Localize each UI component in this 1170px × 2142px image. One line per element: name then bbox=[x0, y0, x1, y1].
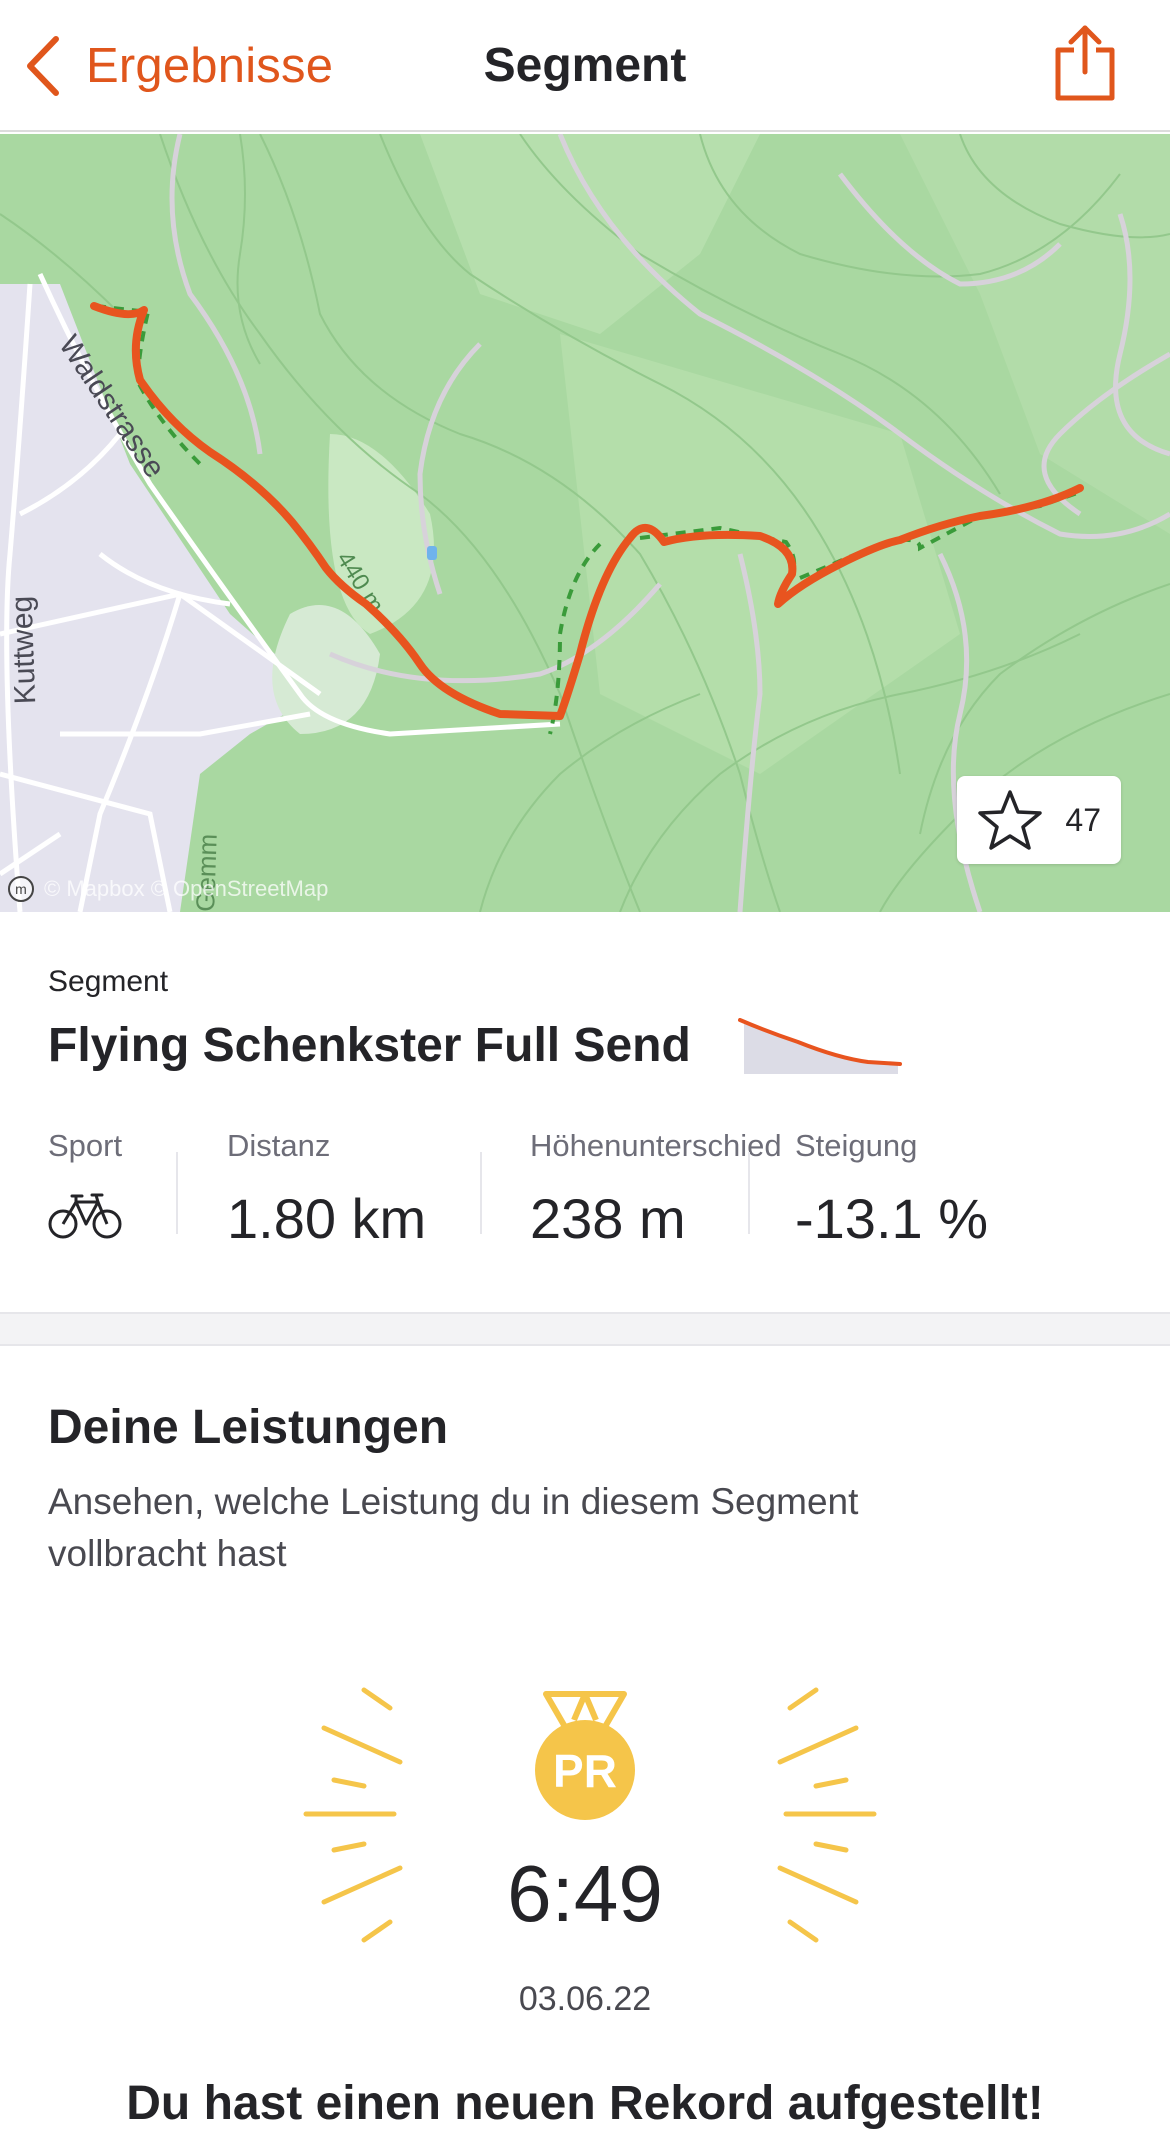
elevation-value: 238 m bbox=[530, 1187, 686, 1250]
segment-name: Flying Schenkster Full Send bbox=[48, 1019, 691, 1072]
section-divider bbox=[0, 1312, 1170, 1346]
pr-time: 6:49 bbox=[507, 1849, 663, 1938]
stat-distance: Distanz 1.80 km bbox=[227, 1128, 426, 1251]
stat-elevation: Höhenunterschied 238 m bbox=[530, 1128, 782, 1251]
favorite-button[interactable]: 47 bbox=[957, 776, 1121, 864]
pr-badge-label: PR bbox=[553, 1745, 617, 1797]
page-title: Segment bbox=[483, 39, 687, 92]
attribution-text: © Mapbox © OpenStreetMap bbox=[44, 876, 329, 901]
street-label-kuttweg: Kuttweg bbox=[5, 595, 42, 704]
segment-label: Segment bbox=[48, 965, 169, 998]
distance-label: Distanz bbox=[227, 1128, 331, 1163]
map-attribution: m © Mapbox © OpenStreetMap bbox=[8, 876, 328, 902]
stat-divider bbox=[176, 1152, 178, 1234]
grade-label: Steigung bbox=[795, 1128, 918, 1163]
share-icon[interactable] bbox=[1052, 24, 1118, 104]
performance-title: Deine Leistungen bbox=[48, 1401, 449, 1454]
pr-medal-icon: PR bbox=[532, 1690, 638, 1822]
record-message: Du hast einen neuen Rekord aufgestellt! bbox=[126, 2077, 1044, 2130]
stat-grade: Steigung -13.1 % bbox=[795, 1128, 988, 1251]
bike-icon bbox=[48, 1193, 122, 1239]
stat-sport: Sport bbox=[48, 1128, 122, 1245]
grade-value: -13.1 % bbox=[795, 1187, 988, 1250]
pr-date: 03.06.22 bbox=[518, 1980, 652, 2018]
segment-stats: Sport Distanz 1.80 km Höhenunterschied 2… bbox=[0, 1128, 1170, 1258]
elevation-label: Höhenunterschied bbox=[530, 1128, 782, 1163]
stat-divider bbox=[748, 1152, 750, 1234]
nav-header: Ergebnisse Segment bbox=[0, 0, 1170, 132]
star-icon bbox=[978, 790, 1042, 850]
segment-map[interactable]: Waldstrasse Kuttweg 440 m Gemm m © Mapbo… bbox=[0, 134, 1170, 912]
mapbox-logo-icon: m bbox=[8, 876, 34, 902]
stat-divider bbox=[480, 1152, 482, 1234]
sport-label: Sport bbox=[48, 1128, 123, 1163]
performance-subtitle: Ansehen, welche Leistung du in diesem Se… bbox=[48, 1481, 859, 1574]
favorite-count: 47 bbox=[1065, 801, 1101, 838]
distance-value: 1.80 km bbox=[227, 1187, 427, 1250]
elevation-profile-icon bbox=[738, 1018, 902, 1074]
